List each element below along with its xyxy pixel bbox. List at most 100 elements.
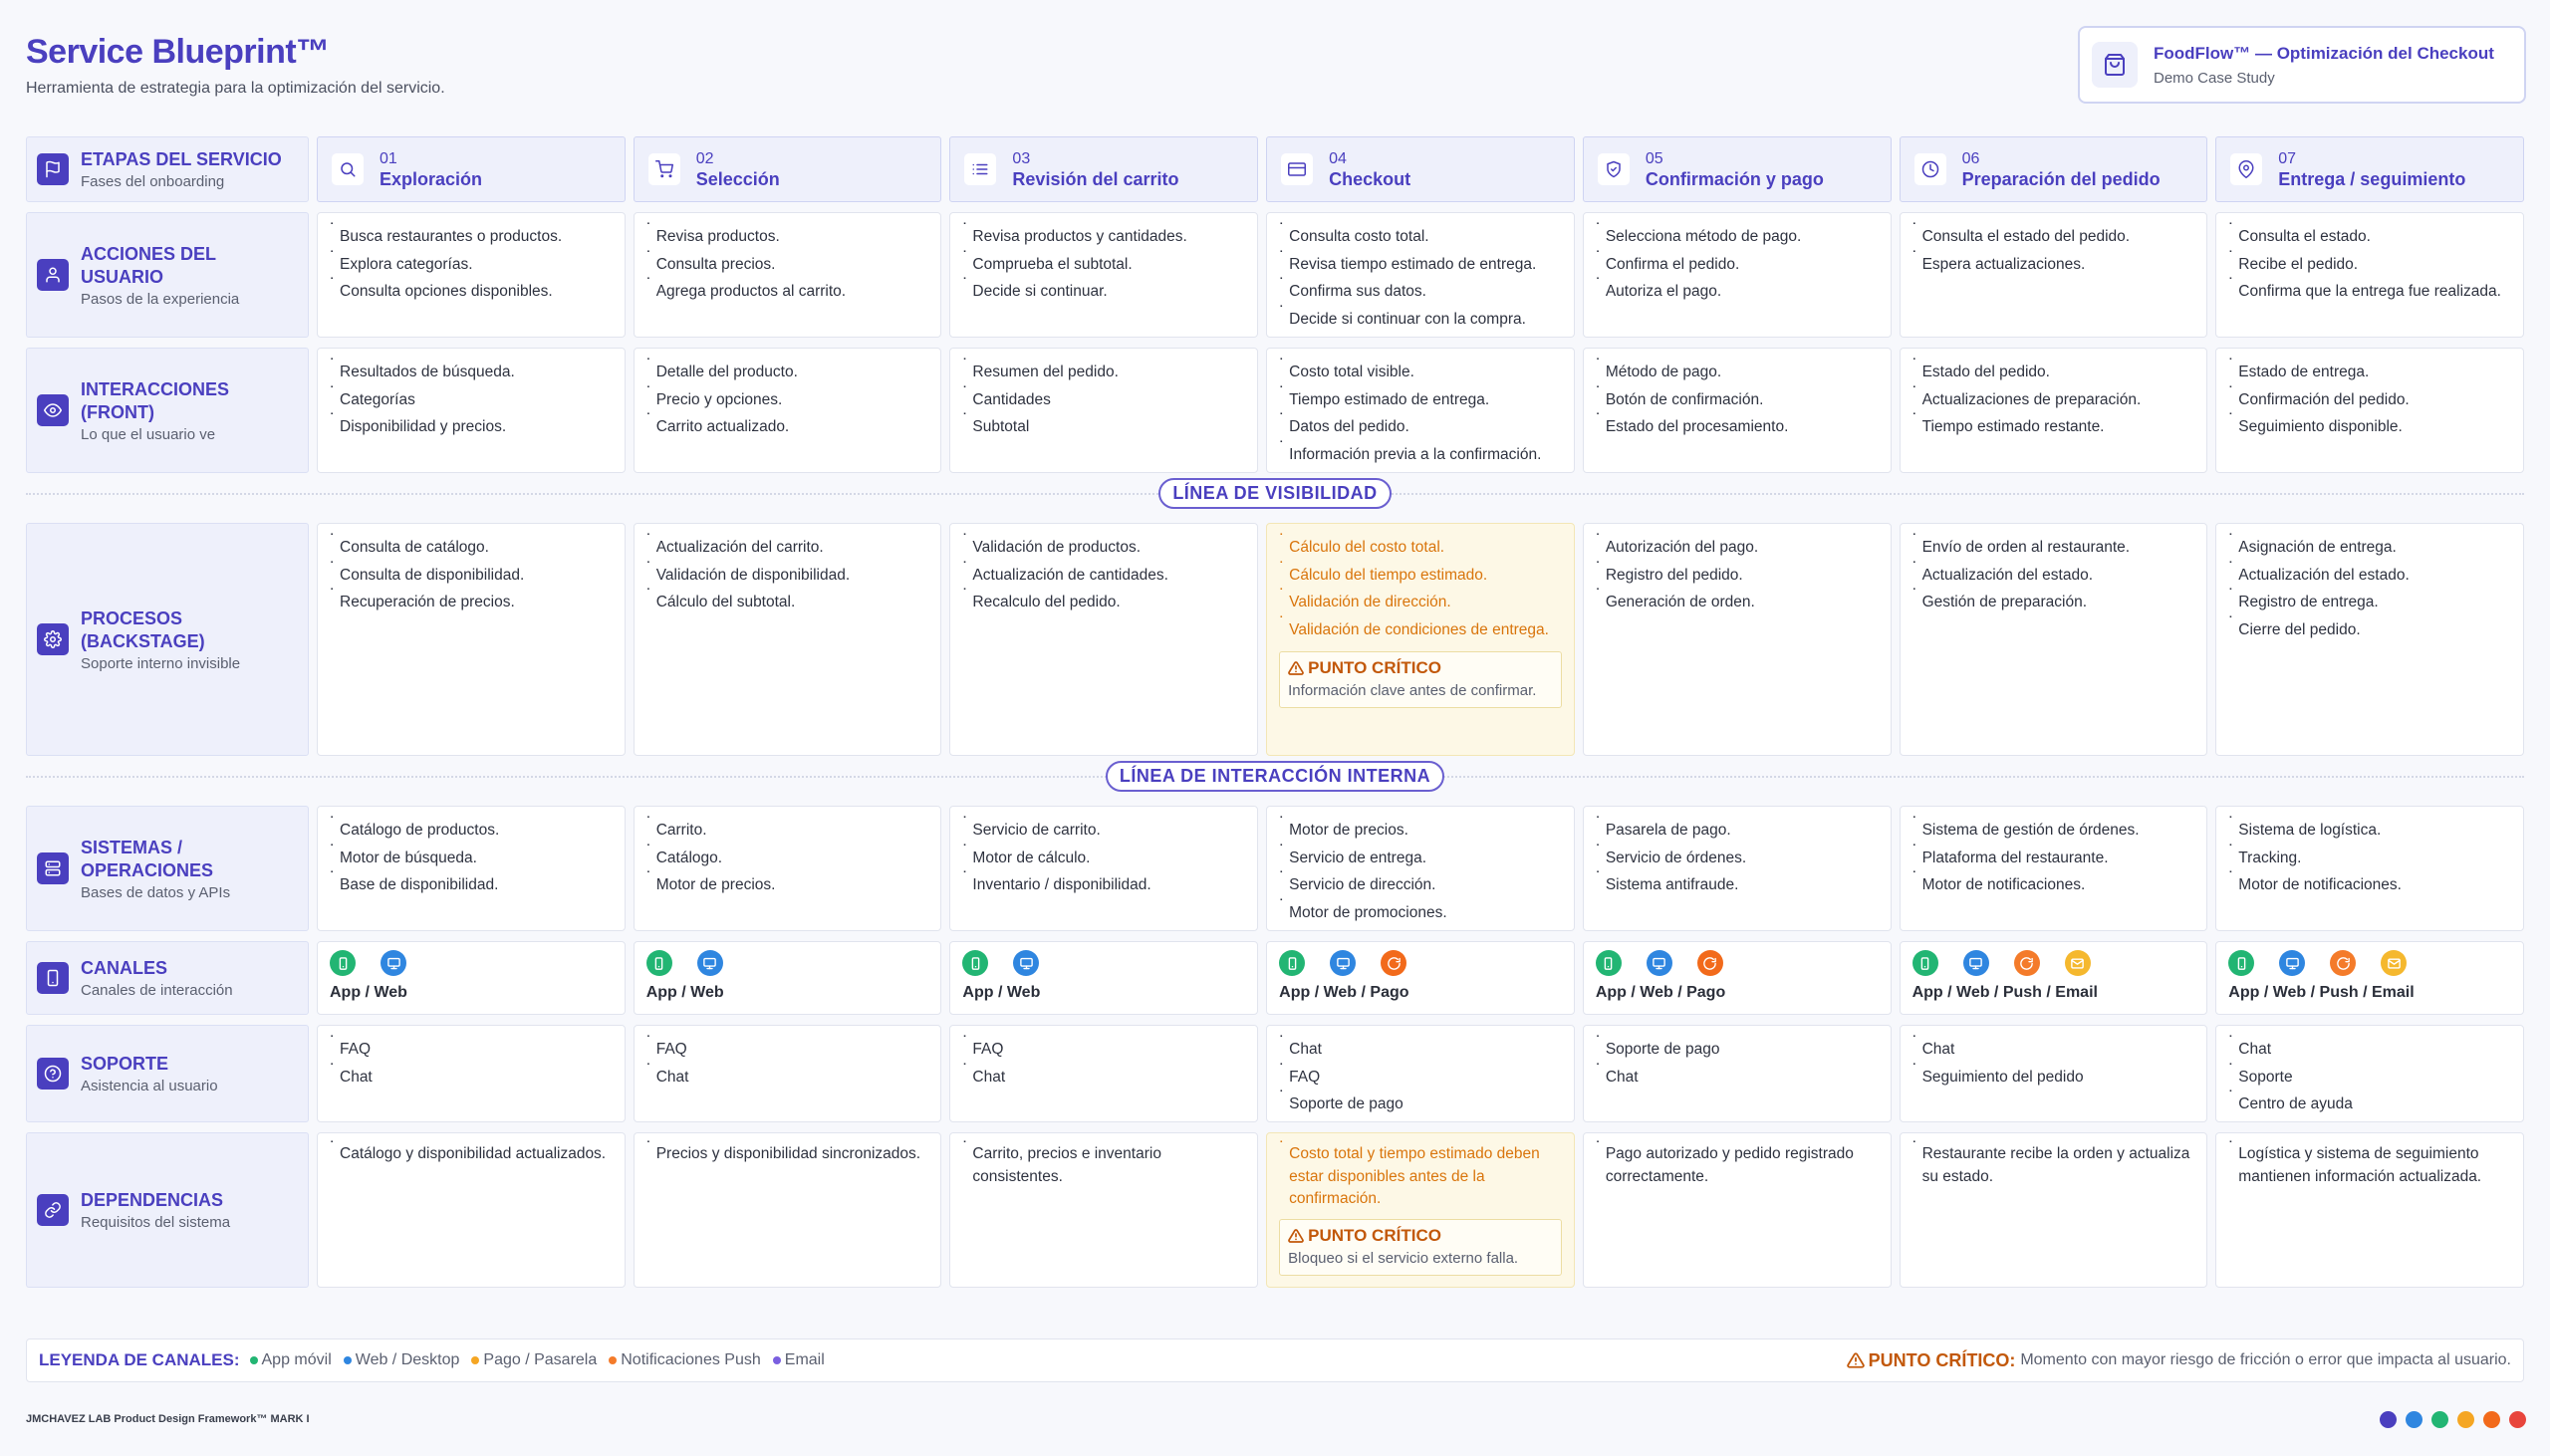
cell-soporte-4: ChatFAQSoporte de pago [1266, 1025, 1575, 1122]
legend-item-label: Email [784, 1351, 825, 1368]
list-item: Estado del pedido. [1912, 353, 2195, 386]
cell-acciones-1: Busca restaurantes o productos.Explora c… [317, 212, 626, 338]
cell-procesos-2: Actualización del carrito.Validación de … [633, 523, 942, 756]
app-channel-icon [1595, 950, 1622, 976]
list-item: Autoriza el pago. [1596, 272, 1879, 306]
list-item: Motor de cálculo. [962, 839, 1245, 872]
cell-list: Estado de entrega.Confirmación del pedid… [2228, 353, 2511, 441]
list-item: Tiempo estimado de entrega. [1279, 380, 1562, 414]
stage-name: Selección [695, 168, 780, 189]
cell-soporte-6: ChatSeguimiento del pedido [1899, 1025, 2208, 1122]
row-spacer [26, 1015, 2524, 1025]
stages-label: ETAPAS DEL SERVICIO Fases del onboarding [26, 136, 309, 202]
stages-label-text: ETAPAS DEL SERVICIO Fases del onboarding [81, 148, 282, 190]
row-spacer [26, 1122, 2524, 1132]
cell-list: Consulta costo total.Revisa tiempo estim… [1279, 217, 1562, 333]
cell-list: Validación de productos.Actualización de… [962, 528, 1245, 616]
cell-list: Busca restaurantes o productos.Explora c… [330, 217, 613, 306]
list-item: Registro de entrega. [2228, 583, 2511, 616]
cell-interacciones-5: Método de pago.Botón de confirmación.Est… [1582, 348, 1892, 473]
row-label-subtitle: Bases de datos y APIs [81, 883, 231, 901]
server-icon [37, 852, 69, 884]
cell-list: Consulta el estado del pedido.Espera act… [1912, 217, 2195, 278]
cell-list: FAQChat [330, 1030, 613, 1092]
list-item: Actualización del carrito. [646, 528, 929, 562]
row-spacer [26, 338, 2524, 348]
project-card[interactable]: FoodFlow™ — Optimización del Checkout De… [2078, 26, 2526, 104]
credit-card-icon [1281, 153, 1314, 185]
web-channel-icon [2279, 950, 2306, 976]
stage-header-5[interactable]: 05 Confirmación y pago [1582, 136, 1892, 202]
web-channel-icon [381, 950, 406, 976]
legend-item-label: Notificaciones Push [621, 1351, 761, 1368]
cell-canales-5: App / Web / Pago [1582, 941, 1892, 1015]
row-label-title: PROCESOS (BACKSTAGE) [81, 607, 205, 651]
legend-item: Web / Desktop [343, 1351, 459, 1369]
footer-dot [2380, 1411, 2397, 1428]
legend-dot [471, 1356, 480, 1364]
cell-list: Costo total visible.Tiempo estimado de e… [1279, 353, 1562, 468]
stage-header-7[interactable]: 07 Entrega / seguimiento [2215, 136, 2524, 202]
cell-procesos-5: Autorización del pago.Registro del pedid… [1582, 523, 1892, 756]
channel-label: App / Web / Push / Email [2228, 984, 2415, 1001]
cell-dependencias-6: Restaurante recibe la orden y actualiza … [1899, 1132, 2208, 1288]
stage-number: 01 [380, 149, 397, 167]
list-item: Carrito, precios e inventario consistent… [962, 1137, 1245, 1188]
cell-interacciones-3: Resumen del pedido.CantidadesSubtotal [949, 348, 1259, 473]
list-item: Soporte de pago [1279, 1085, 1562, 1118]
cell-list: Estado del pedido.Actualizaciones de pre… [1912, 353, 2195, 441]
list-item: Validación de dirección. [1279, 583, 1562, 616]
critical-point-text: Bloqueo si el servicio externo falla. [1288, 1249, 1519, 1267]
row-label-text: CANALES Canales de interacción [81, 957, 233, 999]
cell-list: Sistema de gestión de órdenes.Plataforma… [1912, 811, 2195, 899]
row-label-canales: CANALES Canales de interacción [26, 941, 309, 1015]
channel-label: App / Web / Pago [1595, 984, 1726, 1001]
cell-list: Asignación de entrega.Actualización del … [2228, 528, 2511, 643]
stage-text: 05 Confirmación y pago [1646, 149, 1824, 190]
list-item: Tracking. [2228, 839, 2511, 872]
pago-channel-icon [1381, 950, 1407, 976]
stage-header-6[interactable]: 06 Preparación del pedido [1899, 136, 2208, 202]
cell-procesos-4: Cálculo del costo total.Cálculo del tiem… [1266, 523, 1575, 756]
stage-name: Confirmación y pago [1645, 168, 1824, 189]
row-spacer [26, 202, 2524, 212]
cell-list: ChatSoporteCentro de ayuda [2228, 1030, 2511, 1118]
row-label-dependencias: DEPENDENCIAS Requisitos del sistema [26, 1132, 309, 1288]
list-item: Chat [330, 1058, 613, 1092]
warning-icon [1288, 661, 1304, 675]
list-item: Centro de ayuda [2228, 1085, 2511, 1118]
cell-soporte-2: FAQChat [633, 1025, 942, 1122]
row-label-interacciones: INTERACCIONES (FRONT) Lo que el usuario v… [26, 348, 309, 473]
list-item: Motor de notificaciones. [1912, 865, 2195, 899]
stage-header-2[interactable]: 02 Selección [633, 136, 942, 202]
cell-list: FAQChat [646, 1030, 929, 1091]
cell-list: Detalle del producto.Precio y opciones.C… [646, 353, 929, 441]
stage-number: 07 [2278, 149, 2297, 167]
flag-icon [37, 153, 69, 185]
list-item: Sistema antifraude. [1596, 865, 1879, 899]
cell-list: Resultados de búsqueda.CategoríasDisponi… [330, 353, 613, 441]
cell-dependencias-4: Costo total y tiempo estimado deben esta… [1266, 1132, 1575, 1288]
critical-point-box: PUNTO CRÍTICO Información clave antes de … [1279, 651, 1562, 708]
list-item: Costo total y tiempo estimado deben esta… [1279, 1137, 1562, 1211]
list-item: Motor de precios. [1279, 811, 1562, 845]
blueprint-board: ETAPAS DEL SERVICIO Fases del onboarding 0… [26, 136, 2524, 1288]
footer-dot [2406, 1411, 2422, 1428]
list-item: Sistema de logística. [2228, 811, 2511, 845]
stage-header-3[interactable]: 03 Revisión del carrito [949, 136, 1259, 202]
row-label-title: SISTEMAS / OPERACIONES [81, 837, 214, 880]
channel-icons [2228, 950, 2511, 976]
list-item: Actualización del estado. [1912, 556, 2195, 590]
footer-dot [2457, 1411, 2474, 1428]
channel-legend: LEYENDA DE CANALES: App móvil Web / Deskt… [26, 1338, 2524, 1382]
list-item: Servicio de entrega. [1279, 839, 1562, 872]
stage-header-4[interactable]: 04 Checkout [1266, 136, 1575, 202]
channel-icons [645, 950, 929, 976]
list-item: Resultados de búsqueda. [330, 353, 613, 386]
list-item: Motor de notificaciones. [2228, 865, 2511, 899]
legend-critical-label: PUNTO CRÍTICO: [1868, 1349, 2016, 1370]
stage-number: 03 [1012, 149, 1031, 167]
list-item: Soporte [2228, 1058, 2511, 1092]
list-item: Categorías [330, 380, 613, 414]
stage-header-1[interactable]: 01 Exploración [317, 136, 626, 202]
